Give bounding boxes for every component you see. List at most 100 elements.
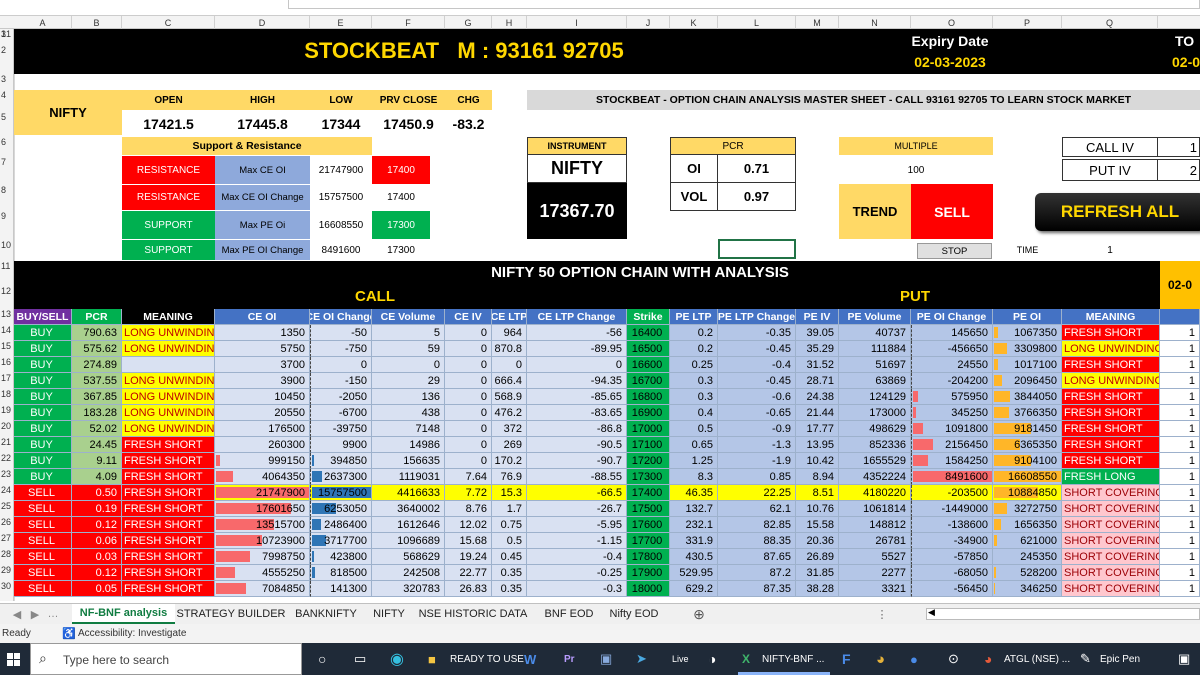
chain-cell[interactable]: FRESH SHORT: [122, 501, 215, 517]
chain-cell[interactable]: LONG UNWINDING: [1062, 373, 1160, 389]
zoom-icon[interactable]: ●: [910, 647, 918, 671]
task-view-icon[interactable]: ▭: [354, 647, 366, 671]
chain-cell[interactable]: 9900: [310, 437, 372, 453]
row-header[interactable]: 4: [0, 90, 14, 104]
column-header[interactable]: N: [839, 16, 911, 29]
chain-cell[interactable]: 345250: [911, 405, 993, 421]
row-header[interactable]: 2: [0, 45, 14, 59]
chain-cell[interactable]: 0: [527, 357, 627, 373]
chain-cell[interactable]: 13.95: [796, 437, 839, 453]
chain-cell[interactable]: 88.35: [718, 533, 796, 549]
chain-cell[interactable]: 0.25: [670, 357, 718, 373]
chain-cell[interactable]: BUY: [14, 389, 72, 405]
chain-cell[interactable]: 0: [445, 437, 492, 453]
chain-cell[interactable]: -83.65: [527, 405, 627, 421]
chain-cell[interactable]: 17100: [627, 437, 670, 453]
chain-cell[interactable]: 24550: [911, 357, 993, 373]
row-header[interactable]: 23: [0, 469, 14, 483]
chain-cell[interactable]: 0: [445, 421, 492, 437]
accessibility-status[interactable]: Accessibility: Investigate: [78, 628, 186, 639]
row-header[interactable]: 14: [0, 325, 14, 339]
chain-cell[interactable]: 0: [310, 357, 372, 373]
chain-cell[interactable]: 621000: [993, 533, 1062, 549]
chain-cell[interactable]: 852336: [839, 437, 911, 453]
chain-cell[interactable]: FRESH SHORT: [122, 437, 215, 453]
column-header[interactable]: O: [911, 16, 993, 29]
chrome-icon[interactable]: ◕: [876, 647, 885, 671]
column-header[interactable]: C: [122, 16, 215, 29]
chain-cell[interactable]: 17400: [627, 485, 670, 501]
chain-cell[interactable]: FRESH SHORT: [1062, 325, 1160, 341]
chain-cell[interactable]: 0: [445, 325, 492, 341]
chain-cell[interactable]: 3844050: [993, 389, 1062, 405]
chain-cell[interactable]: 24.45: [72, 437, 122, 453]
chain-cell[interactable]: 528200: [993, 565, 1062, 581]
live-app[interactable]: Live: [672, 647, 689, 671]
chain-cell[interactable]: 5527: [839, 549, 911, 565]
screen-icon[interactable]: ▣: [600, 647, 612, 671]
chain-cell[interactable]: -1449000: [911, 501, 993, 517]
column-header[interactable]: D: [215, 16, 310, 29]
chain-cell[interactable]: 0: [492, 357, 527, 373]
chain-cell[interactable]: 0: [445, 389, 492, 405]
sheet-tab[interactable]: BANKNIFTY: [288, 604, 364, 624]
chain-cell[interactable]: BUY: [14, 437, 72, 453]
chain-cell[interactable]: FRESH SHORT: [122, 533, 215, 549]
chain-cell[interactable]: -26.7: [527, 501, 627, 517]
chain-cell[interactable]: 7084850: [215, 581, 310, 597]
chain-cell[interactable]: 0.50: [72, 485, 122, 501]
chain-cell[interactable]: 1: [1160, 485, 1200, 501]
chain-cell[interactable]: -0.4: [527, 549, 627, 565]
chain-cell[interactable]: 87.2: [718, 565, 796, 581]
chain-cell[interactable]: 1.25: [670, 453, 718, 469]
row-header[interactable]: 3: [0, 74, 14, 88]
chain-cell[interactable]: 537.55: [72, 373, 122, 389]
sheet-tab[interactable]: Nifty EOD: [606, 604, 662, 624]
chain-cell[interactable]: 28.71: [796, 373, 839, 389]
chain-cell[interactable]: 18000: [627, 581, 670, 597]
chain-cell[interactable]: BUY: [14, 453, 72, 469]
chain-cell[interactable]: -0.25: [527, 565, 627, 581]
chain-cell[interactable]: 8.76: [445, 501, 492, 517]
chain-cell[interactable]: 1: [1160, 469, 1200, 485]
chain-cell[interactable]: 1: [1160, 325, 1200, 341]
chain-cell[interactable]: -56450: [911, 581, 993, 597]
chain-cell[interactable]: -66.5: [527, 485, 627, 501]
horizontal-scrollbar[interactable]: ◀: [926, 607, 1200, 620]
chain-cell[interactable]: 568.9: [492, 389, 527, 405]
chain-cell[interactable]: 1: [1160, 421, 1200, 437]
chain-cell[interactable]: 999150: [215, 453, 310, 469]
chain-cell[interactable]: 21.44: [796, 405, 839, 421]
row-header[interactable]: 13: [0, 309, 14, 323]
chain-cell[interactable]: 17.77: [796, 421, 839, 437]
chain-cell[interactable]: 367.85: [72, 389, 122, 405]
chain-cell[interactable]: 22.77: [445, 565, 492, 581]
chain-cell[interactable]: 0.4: [670, 405, 718, 421]
chain-cell[interactable]: 1612646: [372, 517, 445, 533]
chain-cell[interactable]: 10.42: [796, 453, 839, 469]
chain-cell[interactable]: 0.65: [670, 437, 718, 453]
row-header[interactable]: 22: [0, 453, 14, 467]
chain-cell[interactable]: 0.12: [72, 565, 122, 581]
chain-cell[interactable]: 26.83: [445, 581, 492, 597]
chain-cell[interactable]: 17600: [627, 517, 670, 533]
chain-cell[interactable]: -34900: [911, 533, 993, 549]
chain-cell[interactable]: BUY: [14, 469, 72, 485]
chain-cell[interactable]: SELL: [14, 549, 72, 565]
chain-cell[interactable]: -0.3: [527, 581, 627, 597]
chain-cell[interactable]: -88.55: [527, 469, 627, 485]
column-header[interactable]: F: [372, 16, 445, 29]
chain-cell[interactable]: 17800: [627, 549, 670, 565]
chain-cell[interactable]: 4.09: [72, 469, 122, 485]
chain-cell[interactable]: -90.5: [527, 437, 627, 453]
chain-cell[interactable]: SELL: [14, 565, 72, 581]
chain-cell[interactable]: SELL: [14, 517, 72, 533]
chain-cell[interactable]: 1: [1160, 501, 1200, 517]
chain-cell[interactable]: 5: [372, 325, 445, 341]
chain-cell[interactable]: LONG UNWINDING: [122, 389, 215, 405]
chain-cell[interactable]: 476.2: [492, 405, 527, 421]
column-header[interactable]: J: [627, 16, 670, 29]
chain-cell[interactable]: 331.9: [670, 533, 718, 549]
row-header[interactable]: 31: [0, 29, 14, 43]
row-header[interactable]: 24: [0, 485, 14, 499]
